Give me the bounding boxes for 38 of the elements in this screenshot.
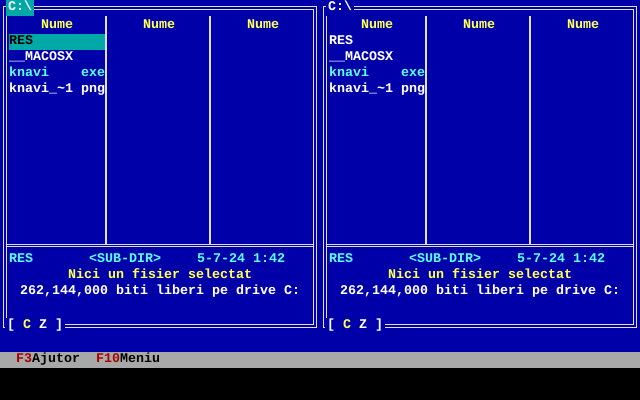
- file-date: 5-7-24: [196, 252, 245, 268]
- file-time: 1:42: [252, 252, 285, 268]
- function-key[interactable]: F10Meniu: [96, 352, 160, 368]
- file-entry[interactable]: RES: [9, 34, 105, 50]
- panel-path: C:\: [326, 0, 354, 16]
- column-header: Nume: [567, 18, 599, 34]
- file-entry[interactable]: __MACOSX: [9, 50, 105, 66]
- file-time: 1:42: [572, 252, 605, 268]
- file-entry[interactable]: knavi exe: [329, 66, 425, 82]
- file-size: <SUB-DIR>: [409, 252, 481, 268]
- file-entry[interactable]: RES: [329, 34, 425, 50]
- drive-letter[interactable]: Z: [39, 318, 47, 334]
- column-header: Nume: [143, 18, 175, 34]
- selection-status: Nici un fisier selectat: [67, 268, 253, 284]
- column-header: Nume: [41, 18, 73, 34]
- drive-letter[interactable]: Z: [359, 318, 367, 334]
- function-key[interactable]: F3Ajutor: [16, 352, 80, 368]
- bracket: [: [7, 318, 15, 334]
- file-entry[interactable]: __MACOSX: [329, 50, 425, 66]
- drive-letter[interactable]: C: [343, 318, 351, 334]
- drive-letter[interactable]: C: [23, 318, 31, 334]
- column-header: Nume: [247, 18, 279, 34]
- file-entry[interactable]: knavi_~1 png: [329, 82, 425, 98]
- panel-path: C:\: [6, 0, 34, 16]
- bracket: ]: [375, 318, 383, 334]
- file-date: 5-7-24: [516, 252, 565, 268]
- file-size: <SUB-DIR>: [89, 252, 161, 268]
- bracket: ]: [55, 318, 63, 334]
- column-header: Nume: [463, 18, 495, 34]
- file-name: RES: [9, 252, 33, 268]
- free-space-text: 262,144,000 biti liberi pe drive C:: [339, 284, 621, 300]
- free-space-text: 262,144,000 biti liberi pe drive C:: [19, 284, 301, 300]
- file-name: RES: [329, 252, 353, 268]
- bracket: [: [327, 318, 335, 334]
- file-entry[interactable]: knavi_~1 png: [9, 82, 105, 98]
- column-header: Nume: [361, 18, 393, 34]
- selection-status: Nici un fisier selectat: [387, 268, 573, 284]
- file-entry[interactable]: knavi exe: [9, 66, 105, 82]
